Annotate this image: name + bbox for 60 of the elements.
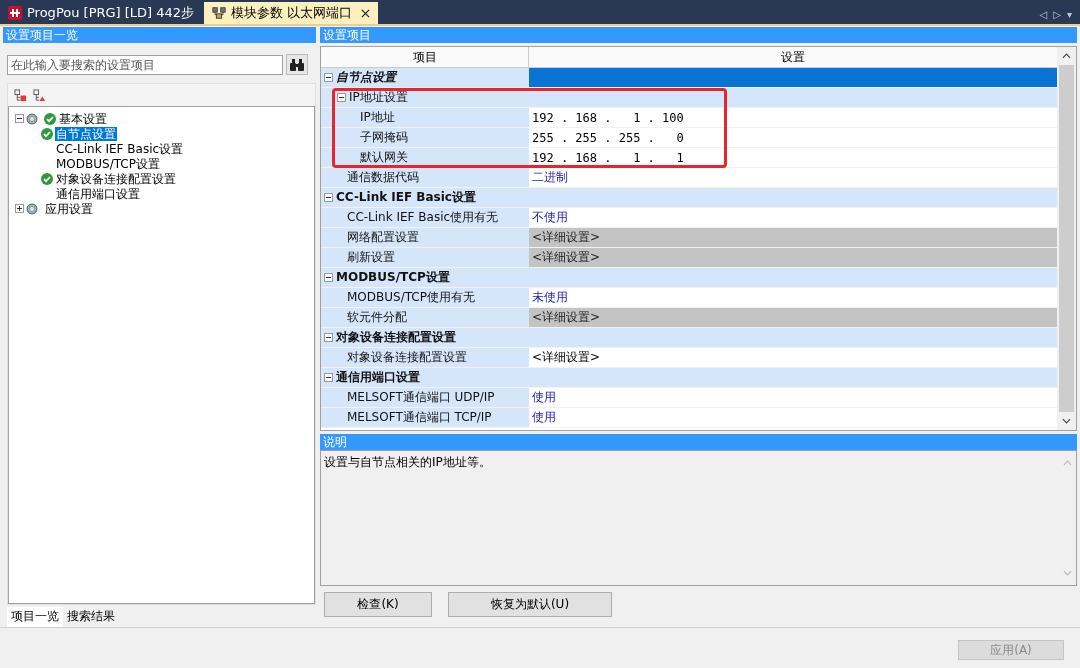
- setting-value-cell[interactable]: [529, 88, 1057, 107]
- tab-scroll-button[interactable]: ▾: [1066, 9, 1072, 20]
- panel-tab[interactable]: 项目一览: [7, 607, 63, 627]
- panel-header: 说明: [320, 434, 1077, 450]
- setting-name-cell[interactable]: IP地址: [321, 108, 529, 127]
- document-tab[interactable]: ProgPou [PRG] [LD] 442步: [0, 2, 203, 24]
- setting-name-cell[interactable]: 通信数据代码: [321, 168, 529, 187]
- column-header: 项目: [321, 47, 529, 67]
- column-header: 设置: [780, 48, 806, 66]
- network-modules-icon: [212, 6, 227, 20]
- tree-item[interactable]: 通信用端口设置: [55, 186, 141, 201]
- tree-item[interactable]: CC-Link IEF Basic设置: [55, 141, 185, 156]
- search-button[interactable]: [286, 54, 308, 75]
- tree-item[interactable]: 自节点设置: [55, 126, 117, 141]
- program-icon: [8, 6, 22, 20]
- setting-name-cell[interactable]: MODBUS/TCP设置: [321, 268, 529, 287]
- setting-value-cell[interactable]: [529, 368, 1057, 387]
- tab-scroll-button[interactable]: ▷: [1053, 9, 1061, 20]
- action-button[interactable]: 检查(K): [324, 592, 432, 617]
- setting-name-cell[interactable]: MODBUS/TCP使用有无: [321, 288, 529, 307]
- description-text: 设置与自节点相关的IP地址等。: [324, 454, 491, 471]
- tree-item[interactable]: MODBUS/TCP设置: [55, 156, 161, 171]
- binoculars-icon: [289, 57, 305, 72]
- setting-name-cell[interactable]: 对象设备连接配置设置: [321, 328, 529, 347]
- tree-item[interactable]: 对象设备连接配置设置: [55, 171, 177, 186]
- collapse-icon[interactable]: [15, 114, 24, 123]
- panel-header: 设置项目: [320, 27, 1077, 43]
- collapse-icon[interactable]: [324, 333, 333, 342]
- setting-name-cell[interactable]: 子网掩码: [321, 128, 529, 147]
- collapse-icon[interactable]: [324, 373, 333, 382]
- panel-tab[interactable]: 搜索结果: [63, 607, 119, 627]
- tree-item[interactable]: 基本设置: [58, 111, 108, 126]
- collapse-icon[interactable]: [324, 273, 333, 282]
- setting-name-cell[interactable]: CC-Link IEF Basic使用有无: [321, 208, 529, 227]
- setting-value-cell[interactable]: [529, 188, 1057, 207]
- collapse-icon[interactable]: [324, 73, 333, 82]
- scroll-down-icon[interactable]: [1062, 418, 1071, 424]
- tab-scroll-button[interactable]: ◁: [1039, 9, 1048, 20]
- expand-all-icon[interactable]: [14, 88, 27, 102]
- setting-value-cell[interactable]: [529, 268, 1057, 287]
- tree-item[interactable]: 应用设置: [44, 201, 94, 216]
- setting-name-cell[interactable]: MELSOFT通信端口 TCP/IP: [321, 408, 529, 427]
- collapse-icon[interactable]: [337, 93, 346, 102]
- scroll-up-icon[interactable]: [1062, 53, 1071, 59]
- setting-name-cell[interactable]: 通信用端口设置: [321, 368, 529, 387]
- collapse-all-icon[interactable]: [33, 88, 46, 102]
- action-button[interactable]: 恢复为默认(U): [448, 592, 612, 617]
- setting-name-cell[interactable]: 自节点设置: [321, 68, 529, 87]
- panel-header: 设置项目一览: [3, 27, 316, 43]
- expand-icon[interactable]: [15, 204, 24, 213]
- setting-value-cell[interactable]: [529, 328, 1057, 347]
- collapse-icon[interactable]: [324, 193, 333, 202]
- document-tab[interactable]: 模块参数 以太网端口: [204, 2, 379, 24]
- setting-name-cell[interactable]: CC-Link IEF Basic设置: [321, 188, 529, 207]
- search-field[interactable]: 在此输入要搜索的设置项目: [7, 54, 283, 75]
- setting-name-cell[interactable]: 对象设备连接配置设置: [321, 348, 529, 367]
- setting-name-cell[interactable]: MELSOFT通信端口 UDP/IP: [321, 388, 529, 407]
- scrollbar[interactable]: [1057, 47, 1076, 430]
- close-icon[interactable]: [361, 8, 371, 18]
- setting-value-cell[interactable]: [529, 68, 1057, 87]
